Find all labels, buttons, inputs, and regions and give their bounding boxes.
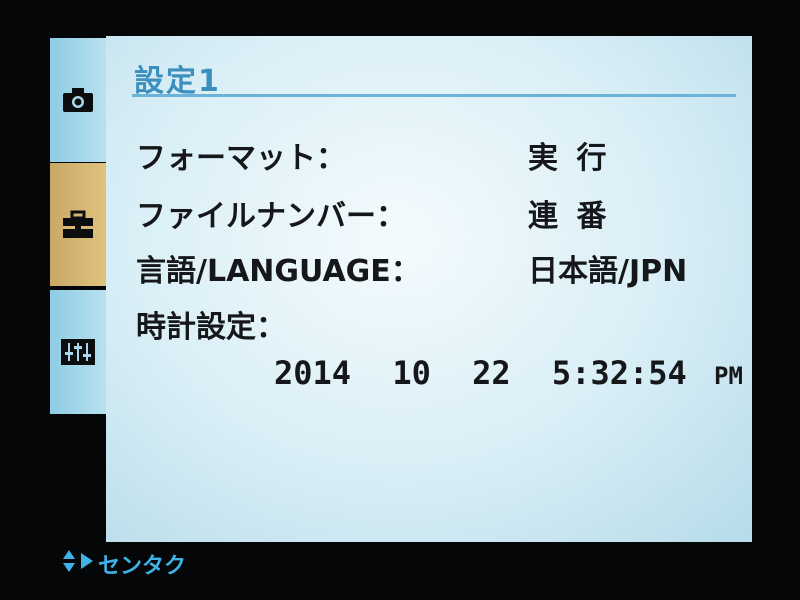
- hint-text: センタク: [98, 554, 187, 579]
- file-number-label: ファイルナンバー：: [136, 199, 406, 234]
- menu-row-format[interactable]: フォーマット： 実 行: [136, 133, 606, 177]
- menu-row-language[interactable]: 言語/LANGUAGE： 日本語/JPN: [136, 246, 687, 290]
- settings-panel: 設定1 フォーマット： 実 行 ファイルナンバー： 連 番 言語/LANGUAG…: [106, 36, 752, 542]
- tab-shooting[interactable]: [50, 38, 106, 162]
- language-value[interactable]: 日本語/JPN: [528, 246, 687, 290]
- title-divider: [132, 94, 736, 97]
- clock-ampm: PM: [714, 362, 743, 390]
- up-down-arrows-icon: [62, 549, 80, 579]
- tab-setup[interactable]: [50, 163, 106, 286]
- menu-row-clock[interactable]: 時計設定：: [136, 302, 286, 346]
- tab-adjust[interactable]: [50, 290, 106, 414]
- bottom-hint: センタク: [62, 548, 186, 580]
- camera-screen: 設定1 フォーマット： 実 行 ファイルナンバー： 連 番 言語/LANGUAG…: [0, 0, 800, 600]
- clock-day: 22: [472, 354, 511, 392]
- format-value[interactable]: 実 行: [528, 133, 610, 177]
- clock-year: 2014: [274, 354, 352, 392]
- clock-label: 時計設定：: [136, 310, 286, 345]
- menu-row-file-number[interactable]: ファイルナンバー： 連 番: [136, 191, 606, 235]
- camera-icon: [61, 86, 95, 114]
- format-label: フォーマット：: [136, 141, 346, 176]
- file-number-value[interactable]: 連 番: [528, 191, 610, 235]
- sliders-icon: [61, 339, 95, 365]
- clock-value[interactable]: 2014 10 22 5:32:54 PM: [274, 354, 743, 392]
- toolbox-icon: [61, 210, 95, 240]
- clock-month: 10: [392, 354, 431, 392]
- right-arrow-icon: [80, 551, 98, 577]
- language-label: 言語/LANGUAGE：: [136, 254, 421, 289]
- clock-time: 5:32:54: [551, 354, 687, 392]
